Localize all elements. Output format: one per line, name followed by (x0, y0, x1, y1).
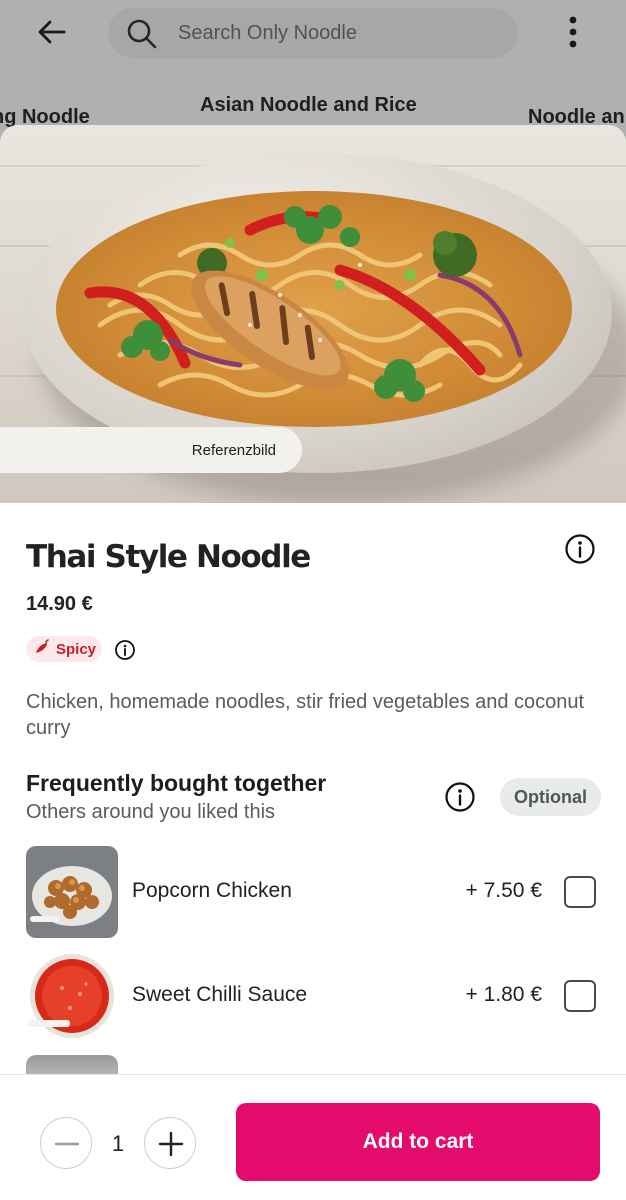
sweet-chilli-sauce-thumbnail (26, 950, 118, 1042)
decrease-quantity-button[interactable] (40, 1117, 92, 1169)
spicy-badge: Spicy (26, 636, 103, 662)
spicy-info-icon[interactable] (114, 639, 136, 661)
minus-icon (54, 1142, 80, 1146)
addon-name: Sweet Chilli Sauce (132, 983, 308, 1006)
product-sheet: Referenzbild Thai Style Noodle 14.90 € S… (0, 125, 626, 1200)
popcorn-chicken-thumbnail (26, 846, 118, 938)
chili-icon (34, 639, 50, 659)
reference-label-text: Referenzbild (191, 441, 276, 459)
increase-quantity-button[interactable] (144, 1117, 196, 1169)
plus-icon (158, 1131, 184, 1157)
product-title: Thai Style Noodle (26, 539, 311, 575)
product-description: Chicken, homemade noodles, stir fried ve… (26, 691, 585, 739)
addon-item[interactable]: Popcorn Chicken + 7.50 € (0, 846, 626, 938)
fbt-subheading: Others around you liked this (26, 801, 276, 823)
product-price: 14.90 € (26, 593, 93, 615)
fbt-heading: Frequently bought together (26, 770, 327, 796)
quantity-value: 1 (111, 1131, 125, 1156)
add-to-cart-label: Add to cart (362, 1130, 474, 1153)
optional-tag: Optional (500, 778, 601, 816)
spicy-label: Spicy (56, 640, 97, 658)
addon-checkbox[interactable] (564, 980, 596, 1012)
reference-image-label: Referenzbild (0, 427, 302, 473)
add-to-cart-button[interactable]: Add to cart (236, 1103, 600, 1181)
product-info-icon[interactable] (564, 533, 596, 565)
bottom-action-bar: 1 Add to cart (0, 1074, 626, 1200)
product-image: Referenzbild (0, 125, 626, 503)
addon-name: Popcorn Chicken (132, 879, 292, 902)
addon-checkbox[interactable] (564, 876, 596, 908)
addon-item[interactable]: Sweet Chilli Sauce + 1.80 € (0, 950, 626, 1042)
fbt-info-icon[interactable] (444, 781, 476, 813)
addon-price: + 7.50 € (465, 879, 542, 902)
addon-price: + 1.80 € (465, 983, 542, 1006)
